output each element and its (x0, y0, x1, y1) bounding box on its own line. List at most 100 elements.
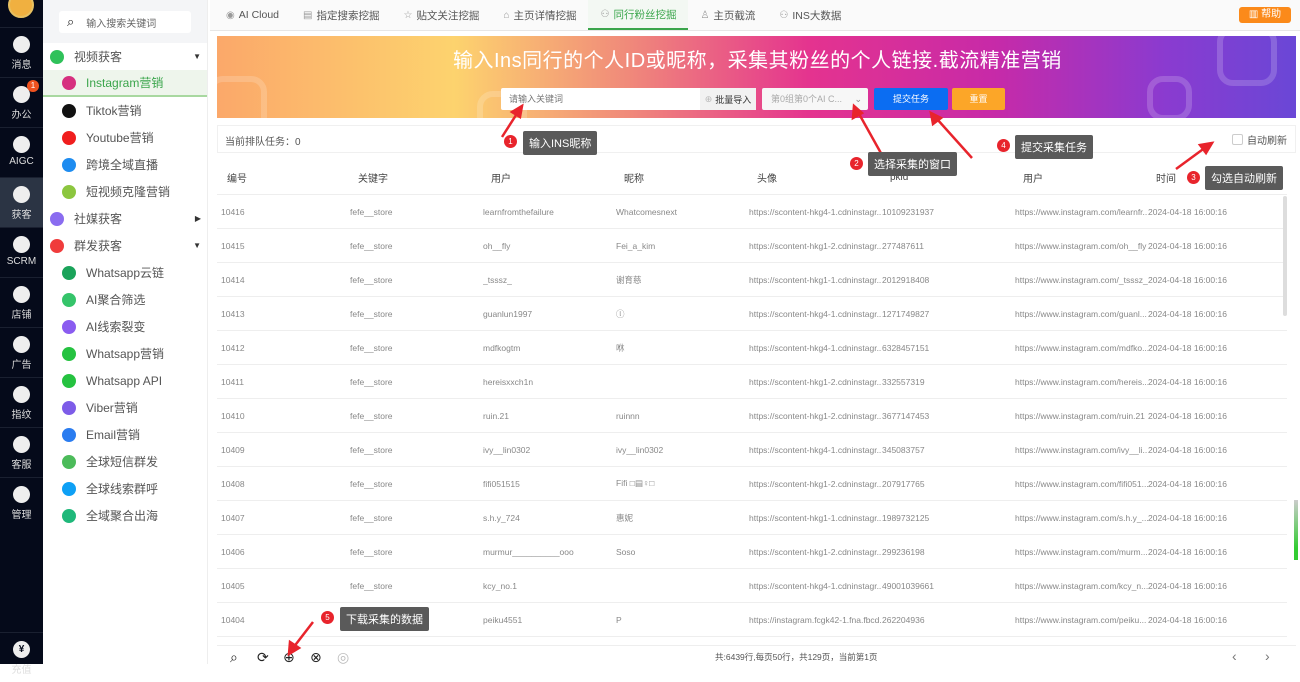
table-cell: 3677147453 (882, 410, 930, 421)
table-cell: 277487611 (882, 240, 924, 251)
sidebar-group[interactable]: 群发获客 ▼ (43, 232, 207, 259)
table-cell: hereisxxch1n (483, 376, 534, 387)
sidebar: ⌕ 输入搜索关键词 视频获客 ▼ Instagram营销 Tiktok营销 Youtub… (43, 0, 208, 664)
tab-label: 指定搜索挖掘 (316, 9, 380, 22)
reset-button[interactable]: 重置 (952, 88, 1005, 110)
column-header[interactable]: 昵称 (616, 170, 749, 185)
rail-item-1[interactable]: 办公 1 (0, 77, 43, 127)
sidebar-item[interactable]: 全球短信群发 (43, 448, 207, 475)
rail-label: 客服 (11, 460, 32, 471)
caret-right-icon: ▶ (194, 214, 201, 223)
table-cell: fefe__store (350, 206, 393, 217)
app-icon (62, 103, 76, 118)
sidebar-item[interactable]: Youtube营销 (43, 124, 207, 151)
caret-down-icon: ▼ (193, 52, 201, 61)
table-cell: https://scontent-hkg1-1.cdninstagr... (749, 274, 882, 285)
table-row[interactable]: 10407 fefe__store s.h.y_724 惠妮 https://scont… (217, 501, 1287, 535)
rail-item-8[interactable]: 客服 (0, 427, 43, 477)
rail-item-3[interactable]: 获客 (0, 177, 43, 227)
tab-6[interactable]: ⚇ INS大数据 (767, 0, 853, 30)
tab-1[interactable]: ▤ 指定搜索挖掘 (291, 0, 391, 30)
rail-item-4[interactable]: SCRM (0, 227, 43, 277)
tab-0[interactable]: ◉ AI Cloud (214, 0, 291, 30)
sidebar-item[interactable]: Instagram营销 (43, 70, 207, 97)
sidebar-item[interactable]: Viber营销 (43, 394, 207, 421)
next-page-button[interactable]: › (1265, 648, 1270, 664)
table-row[interactable]: 10409 fefe__store ivy__lin0302 ivy__lin0302… (217, 433, 1287, 467)
table-row[interactable]: 10413 fefe__store guanlun1997 ⓛ https://scon… (217, 297, 1287, 331)
column-header[interactable]: 编号 (217, 170, 350, 185)
sidebar-item[interactable]: AI线索裂变 (43, 313, 207, 340)
auto-refresh-checkbox[interactable]: 自动刷新 (1232, 132, 1287, 147)
keyword-input[interactable] (501, 88, 700, 110)
rail-item-6[interactable]: 广告 (0, 327, 43, 377)
table-row[interactable]: 10405 fefe__store kcy_no.1 https://scontent… (217, 569, 1287, 603)
table-row[interactable]: 10408 fefe__store fifi051515 Fifi □▤♀□ https… (217, 467, 1287, 501)
table-row[interactable]: 10412 fefe__store mdfkogtm 咻 https://sconten… (217, 331, 1287, 365)
stop-icon[interactable]: ◎ (337, 649, 349, 666)
table-cell: 2024-04-18 16:00:16 (1148, 512, 1227, 523)
table-scrollbar[interactable] (1283, 196, 1287, 316)
rail-label: 办公 (11, 110, 32, 121)
sidebar-search-input[interactable]: ⌕ 输入搜索关键词 (59, 11, 191, 33)
table-row[interactable]: 10414 fefe__store _tsssz_ 谢育慈 https://sconte… (217, 263, 1287, 297)
tab-4[interactable]: ⚇ 同行粉丝挖掘 (588, 0, 689, 30)
app-icon (62, 75, 76, 90)
sidebar-item[interactable]: AI聚合筛选 (43, 286, 207, 313)
table-cell: fefe__store (350, 308, 393, 319)
submit-task-button[interactable]: 提交任务 (874, 88, 948, 110)
tab-2[interactable]: ☆ 贴文关注挖掘 (391, 0, 491, 30)
table-row[interactable]: 10406 fefe__store murmur__________ooo Soso h… (217, 535, 1287, 569)
user-icon: ♙ (700, 9, 710, 21)
sidebar-item-label: Email营销 (86, 428, 141, 442)
batch-import-button[interactable]: ⊕ 批量导入 (700, 88, 756, 110)
sidebar-group[interactable]: 视频获客 ▼ (43, 43, 207, 70)
tab-3[interactable]: ⌂ 主页详情挖掘 (491, 0, 588, 30)
table-row[interactable]: 10415 fefe__store oh__fly Fei_a_kim https://… (217, 229, 1287, 263)
help-button[interactable]: ▥ 帮助 (1239, 7, 1291, 23)
sidebar-group[interactable]: 社媒获客 ▶ (43, 205, 207, 232)
download-icon[interactable]: ⊕ (283, 649, 295, 666)
column-header[interactable]: 用户 (483, 170, 616, 185)
window-select[interactable]: 第0组第0个AI C... ⌄ (762, 88, 868, 110)
sidebar-item[interactable]: 全球线索群呼 (43, 475, 207, 502)
sidebar-item[interactable]: Whatsapp API (43, 367, 207, 394)
column-header[interactable]: 关键字 (350, 170, 483, 185)
column-header[interactable]: 头像 (749, 170, 882, 185)
sidebar-item[interactable]: Email营销 (43, 421, 207, 448)
sidebar-item[interactable]: 全域聚合出海 (43, 502, 207, 529)
table-cell: peiku4551 (483, 614, 523, 625)
rail-label: AIGC (9, 156, 34, 167)
table-cell: https://www.instagram.com/kcy_n... (1015, 580, 1148, 591)
table-row[interactable]: 10410 fefe__store ruin.21 ruinnn https://sco… (217, 399, 1287, 433)
sidebar-item[interactable]: Tiktok营销 (43, 97, 207, 124)
avatar[interactable] (8, 0, 34, 18)
column-header[interactable]: 用户 (1015, 170, 1148, 185)
sidebar-item[interactable]: 短视频克隆营销 (43, 178, 207, 205)
sidebar-item[interactable]: Whatsapp营销 (43, 340, 207, 367)
delete-icon[interactable]: ⊗ (310, 649, 322, 666)
tab-5[interactable]: ♙ 主页截流 (688, 0, 767, 30)
group-icon (50, 211, 64, 226)
search-icon[interactable]: ⌕ (230, 649, 238, 666)
sidebar-item-label: Youtube营销 (86, 131, 154, 145)
sidebar-item[interactable]: 跨境全域直播 (43, 151, 207, 178)
refresh-icon[interactable]: ⟳ (257, 649, 269, 666)
table-cell: https://scontent-hkg4-1.cdninstagr... (749, 444, 882, 455)
sidebar-item-label: AI线索裂变 (86, 320, 146, 334)
table-row[interactable]: 10416 fefe__store learnfromthefailure Whatc… (217, 195, 1287, 229)
rail-item-recharge[interactable]: ¥ 充值 (0, 632, 43, 682)
banner-title: 输入Ins同行的个人ID或昵称，采集其粉丝的个人链接.截流精准营销 (453, 50, 1062, 72)
table-row[interactable]: 10411 fefe__store hereisxxch1n https://scon… (217, 365, 1287, 399)
prev-page-button[interactable]: ‹ (1232, 648, 1237, 664)
rail-item-0[interactable]: 消息 (0, 27, 43, 77)
page-scrollbar[interactable] (1294, 500, 1298, 560)
rail-item-7[interactable]: 指纹 (0, 377, 43, 427)
rail-item-5[interactable]: 店铺 (0, 277, 43, 327)
sidebar-item[interactable]: Whatsapp云链 (43, 259, 207, 286)
rail-item-9[interactable]: 管理 (0, 477, 43, 527)
sidebar-item-label: 全球线索群呼 (86, 482, 159, 496)
annotation-badge: 3 (1187, 171, 1200, 184)
group-label: 群发获客 (74, 239, 123, 253)
rail-item-2[interactable]: AIGC (0, 127, 43, 177)
